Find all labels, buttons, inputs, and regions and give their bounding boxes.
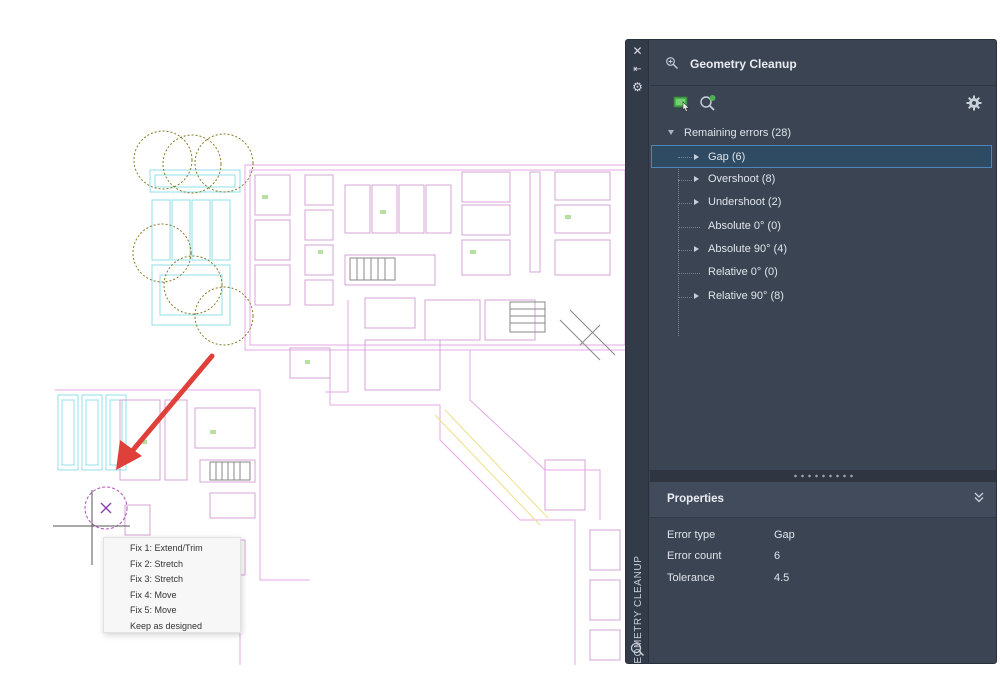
tree-item-absolute-0[interactable]: Absolute 0° (0): [651, 215, 992, 238]
properties-header[interactable]: Properties: [650, 482, 996, 518]
tree-item-undershoot[interactable]: Undershoot (2): [651, 191, 992, 214]
tree-item-relative-0[interactable]: Relative 0° (0): [651, 261, 992, 284]
palette-header: Geometry Cleanup: [650, 40, 996, 86]
expand-arrow-icon[interactable]: [694, 176, 699, 182]
double-chevron-down-icon[interactable]: [972, 490, 986, 504]
collapse-arrow-icon[interactable]: [668, 130, 674, 135]
expand-arrow-icon[interactable]: [694, 154, 699, 160]
expand-arrow-icon[interactable]: [694, 199, 699, 205]
properties-title: Properties: [667, 493, 724, 505]
tree-item-gap[interactable]: Gap (6): [651, 145, 992, 168]
menu-item-keep-as-designed[interactable]: Keep as designed: [104, 619, 240, 635]
close-icon[interactable]: ✕: [630, 44, 645, 59]
expand-arrow-icon[interactable]: [694, 246, 699, 252]
panel-splitter[interactable]: [650, 470, 996, 482]
menu-item-fix-2[interactable]: Fix 2: Stretch: [104, 557, 240, 573]
expand-arrow-icon[interactable]: [694, 293, 699, 299]
auto-hide-icon[interactable]: ⇤: [630, 62, 645, 77]
menu-item-fix-1[interactable]: Fix 1: Extend/Trim: [104, 541, 240, 557]
properties-body: Error type Gap Error count 6 Tolerance 4…: [667, 529, 795, 584]
palette-title: Geometry Cleanup: [690, 57, 797, 71]
geometry-cleanup-icon: [666, 57, 678, 69]
palette-toolbar: [650, 87, 996, 121]
select-objects-icon[interactable]: [672, 93, 692, 113]
geometry-cleanup-palette: ✕ ⇤ ⚙ GEOMETRY CLEANUP Geometry Cleanup: [625, 39, 997, 664]
splitter-grip-icon[interactable]: [792, 474, 854, 478]
palette-title-strip[interactable]: ✕ ⇤ ⚙ GEOMETRY CLEANUP: [626, 40, 649, 663]
fix-context-menu: Fix 1: Extend/Trim Fix 2: Stretch Fix 3:…: [103, 537, 241, 633]
zoom-errors-icon[interactable]: [698, 93, 718, 113]
menu-item-fix-4[interactable]: Fix 4: Move: [104, 588, 240, 604]
zoom-icon[interactable]: [630, 642, 645, 657]
tree-item-overshoot[interactable]: Overshoot (8): [651, 168, 992, 191]
tree-item-absolute-90[interactable]: Absolute 90° (4): [651, 238, 992, 261]
tree-root-remaining-errors[interactable]: Remaining errors (28): [651, 122, 992, 145]
gear-icon[interactable]: [964, 93, 984, 113]
gap-error-marker[interactable]: [84, 486, 128, 530]
menu-item-fix-5[interactable]: Fix 5: Move: [104, 603, 240, 619]
annotation-arrow: [116, 353, 215, 470]
tree-item-relative-90[interactable]: Relative 90° (8): [651, 285, 992, 308]
cad-workspace: Fix 1: Extend/Trim Fix 2: Stretch Fix 3:…: [0, 0, 1000, 700]
palette-settings-icon[interactable]: ⚙: [630, 80, 645, 95]
palette-content: Geometry Cleanup Remaining errors (28) G…: [650, 40, 996, 663]
menu-item-fix-3[interactable]: Fix 3: Stretch: [104, 572, 240, 588]
